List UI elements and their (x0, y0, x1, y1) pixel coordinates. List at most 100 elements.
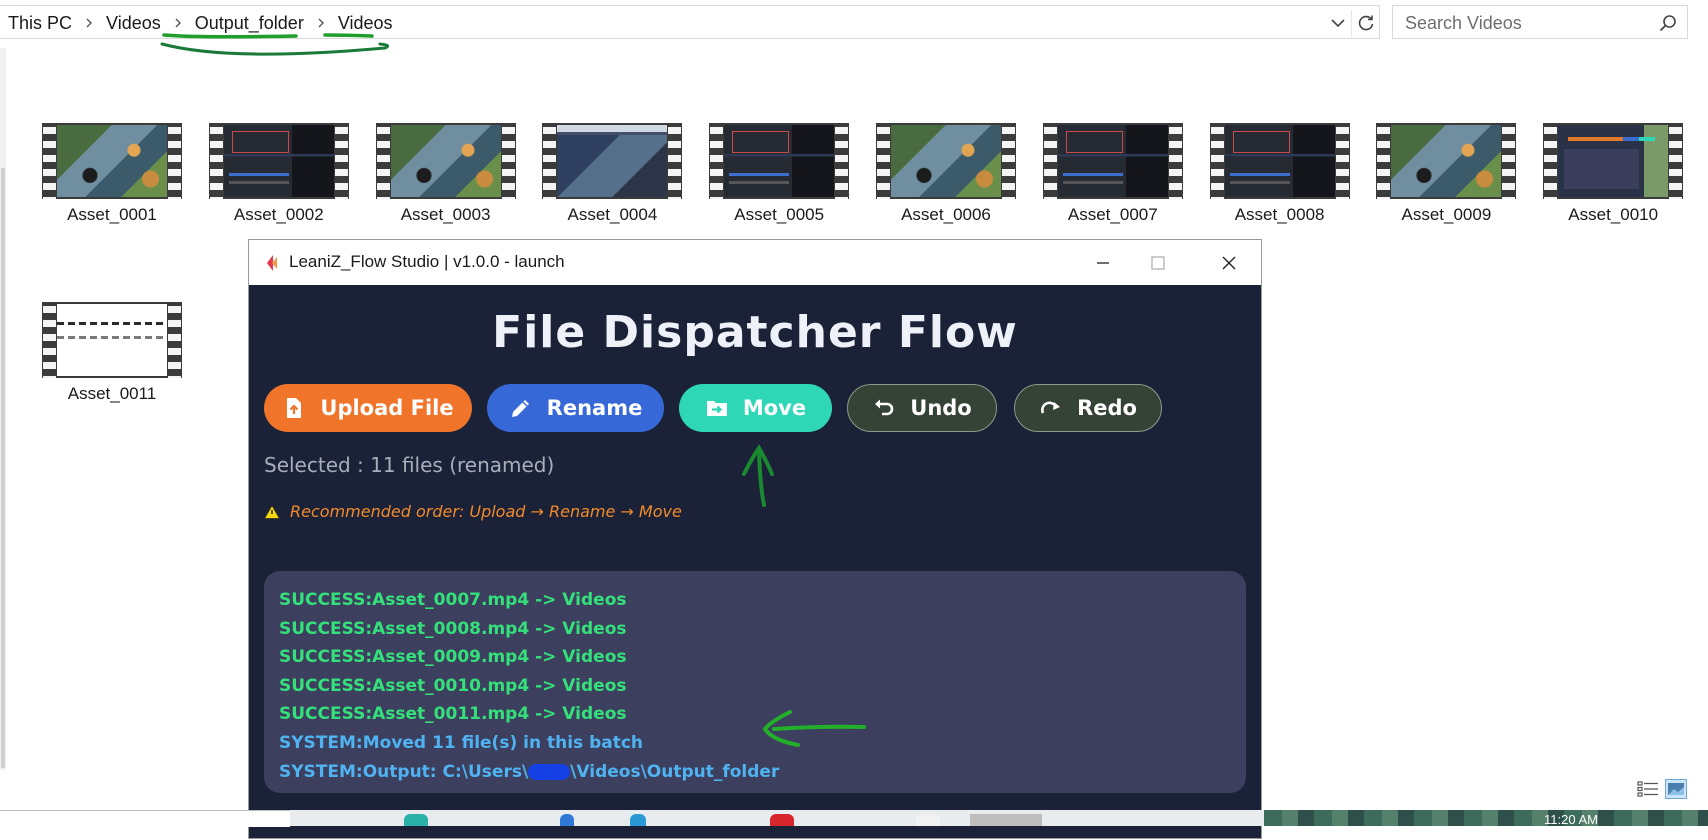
app-icon[interactable] (770, 814, 794, 826)
film-strip (1544, 123, 1558, 199)
file-item[interactable]: Asset_0003 (371, 123, 521, 225)
breadcrumb-output-folder[interactable]: Output_folder (191, 13, 308, 34)
chevron-right-icon[interactable] (308, 18, 334, 28)
file-upload-icon (287, 398, 302, 418)
search-box[interactable] (1392, 5, 1688, 40)
film-strip (209, 123, 223, 199)
thumbnail-frame (724, 125, 835, 197)
breadcrumb-this-pc[interactable]: This PC (4, 13, 76, 34)
app-icon[interactable] (630, 814, 646, 826)
log-line: SUCCESS:Asset_0011.mp4 -> Videos (279, 704, 627, 725)
file-item[interactable]: Asset_0002 (204, 123, 354, 225)
undo-button[interactable]: Undo (847, 384, 997, 432)
close-button[interactable] (1206, 240, 1252, 285)
log-line-output: SYSTEM:Output: C:\Users\ \Videos\Output_f… (279, 758, 1231, 787)
chevron-right-icon[interactable] (76, 18, 102, 28)
log-line: SUCCESS:Asset_0007.mp4 -> Videos (279, 590, 627, 610)
maximize-button[interactable] (1135, 240, 1181, 285)
taskbar-tray (1264, 810, 1708, 826)
thumbnail-frame (557, 125, 668, 197)
file-name: Asset_0005 (734, 205, 825, 224)
file-item[interactable]: Asset_0001 (37, 123, 187, 225)
chevron-right-icon[interactable] (165, 18, 191, 28)
redacted-username (528, 763, 571, 780)
address-bar[interactable]: This PC Videos Output_folder Videos (0, 5, 1380, 39)
search-icon[interactable] (1659, 14, 1677, 32)
log-panel: SUCCESS:Asset_0007.mp4 -> Videos SUCCESS:… (264, 571, 1246, 793)
minimize-button[interactable] (1080, 240, 1126, 285)
warning-icon (264, 504, 280, 519)
file-item[interactable]: Asset_0008 (1205, 123, 1355, 225)
thumbnail-frame (57, 125, 167, 197)
app-logo-icon (267, 255, 277, 271)
film-strip (1002, 123, 1015, 199)
app-icon[interactable] (560, 814, 574, 826)
window-title: LeaniZ_Flow Studio | v1.0.0 - launch (289, 252, 565, 271)
file-item[interactable]: Asset_0006 (871, 123, 1021, 225)
file-name: Asset_0006 (901, 205, 991, 224)
rename-label: Rename (546, 396, 643, 420)
rename-button[interactable]: Rename (487, 384, 664, 432)
file-name: Asset_0003 (400, 205, 491, 224)
details-view-icon[interactable] (1637, 779, 1659, 799)
scrollbar[interactable] (0, 48, 6, 770)
file-name: Asset_0011 (67, 384, 157, 403)
film-strip (1210, 123, 1224, 199)
film-strip (710, 123, 724, 199)
video-thumbnail (1376, 123, 1517, 199)
refresh-icon[interactable] (1355, 12, 1377, 34)
clock[interactable]: 11:20 AM (1544, 812, 1598, 827)
title-bar[interactable]: LeaniZ_Flow Studio | v1.0.0 - launch (249, 240, 1261, 285)
selection-status: Selected : 11 files (renamed) (264, 453, 555, 477)
film-strip (168, 123, 181, 199)
thumbnail-frame (223, 125, 334, 197)
file-name: Asset_0007 (1067, 205, 1158, 224)
file-item[interactable]: Asset_0005 (704, 123, 854, 225)
video-thumbnail (42, 302, 182, 378)
large-icons-view-icon[interactable] (1665, 779, 1687, 799)
breadcrumb-videos[interactable]: Videos (102, 13, 165, 34)
file-item[interactable]: Asset_0004 (537, 123, 687, 225)
move-label: Move (742, 396, 807, 420)
recommendation-text: Recommended order: Upload → Rename → Mov… (290, 502, 682, 521)
redo-button[interactable]: Redo (1014, 384, 1162, 432)
video-thumbnail (876, 123, 1016, 199)
log-line: SUCCESS:Asset_0009.mp4 -> Videos (279, 647, 627, 668)
file-item[interactable]: Asset_0010 (1538, 123, 1688, 225)
film-strip (1335, 123, 1349, 199)
upload-file-button[interactable]: Upload File (264, 384, 472, 432)
chevron-down-icon[interactable] (1328, 13, 1348, 33)
file-item[interactable]: Asset_0007 (1038, 123, 1188, 225)
video-thumbnail (208, 123, 349, 199)
film-strip (1043, 123, 1057, 199)
log-line: SYSTEM:Moved 11 file(s) in this batch (279, 732, 644, 753)
view-toggle (1637, 779, 1687, 799)
folder-move-icon (706, 401, 727, 416)
file-item[interactable]: Asset_0009 (1371, 123, 1521, 225)
thumbnail-frame (891, 125, 1001, 197)
search-input[interactable] (1403, 6, 1647, 40)
film-strip (1669, 123, 1683, 199)
minimize-icon (1097, 261, 1109, 264)
divider (1351, 10, 1352, 36)
breadcrumb-videos-current[interactable]: Videos (334, 13, 397, 34)
video-thumbnail (42, 123, 182, 199)
page-title: File Dispatcher Flow (492, 307, 1018, 358)
file-name: Asset_0001 (67, 205, 157, 224)
app-content: File Dispatcher Flow Upload File Rename … (249, 285, 1261, 840)
active-app-icon[interactable] (970, 814, 1042, 826)
file-name: Asset_0009 (1401, 205, 1492, 224)
film-strip (501, 123, 515, 199)
app-icon[interactable] (404, 814, 428, 826)
log-line: SUCCESS:Asset_0010.mp4 -> Videos (279, 675, 627, 696)
video-thumbnail (1042, 123, 1183, 199)
redo-icon (1041, 401, 1061, 414)
file-item[interactable]: Asset_0011 (37, 302, 187, 404)
undo-label: Undo (910, 396, 972, 420)
move-button[interactable]: Move (679, 384, 832, 432)
breadcrumb: This PC Videos Output_folder Videos (4, 6, 397, 40)
app-icon[interactable] (916, 814, 940, 826)
film-strip (168, 302, 181, 378)
thumbnail-frame (1057, 125, 1168, 197)
video-thumbnail (375, 123, 516, 199)
